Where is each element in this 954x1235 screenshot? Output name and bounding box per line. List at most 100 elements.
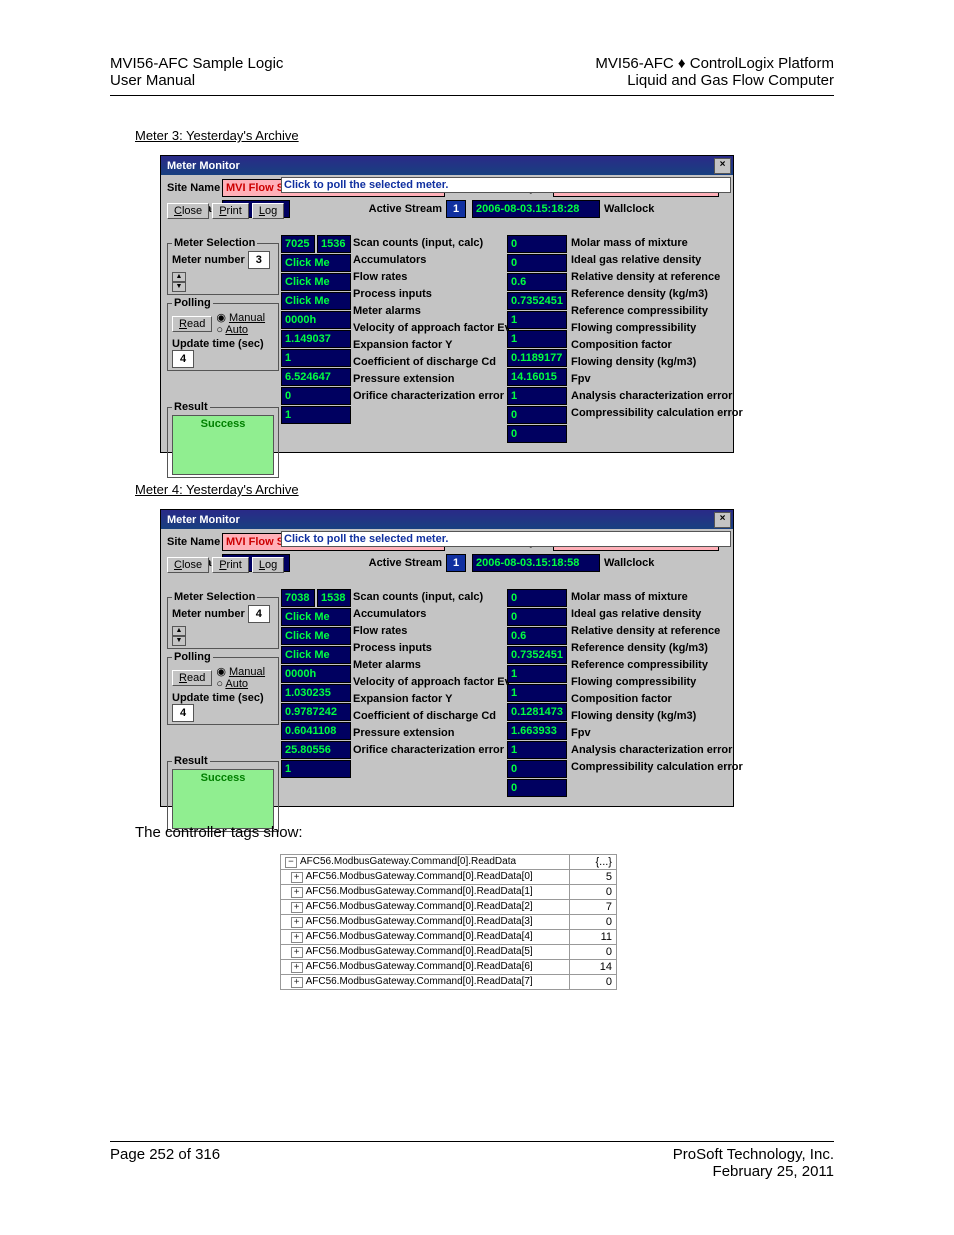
close-icon[interactable]: ×	[714, 512, 731, 528]
compress-error-value[interactable]: 0	[507, 779, 567, 797]
discharge-cd-value[interactable]: 6.524647	[281, 368, 351, 386]
expand-icon[interactable]: +	[291, 902, 303, 913]
velocity-ev-value[interactable]: 1.030235	[281, 684, 351, 702]
orifice-error-value[interactable]: 1	[281, 760, 351, 778]
window-titlebar[interactable]: Meter Monitor ×	[161, 510, 733, 529]
comp-factor-value[interactable]: 0.1281473	[507, 703, 567, 721]
ref-compress-value[interactable]: 1	[507, 311, 567, 329]
table-row[interactable]: +AFC56.ModbusGateway.Command[0].ReadData…	[281, 885, 617, 900]
print-button[interactable]: Print	[212, 203, 249, 219]
lbl-velocity-ev: Velocity of approach factor Ev	[353, 674, 513, 690]
ideal-density-value[interactable]: 0	[507, 254, 567, 272]
close-button[interactable]: Close	[167, 557, 209, 573]
result-value: Success	[172, 769, 274, 829]
orifice-error-value[interactable]: 1	[281, 406, 351, 424]
read-button[interactable]: Read	[172, 670, 212, 686]
expand-icon[interactable]: +	[291, 947, 303, 958]
flow-density-value[interactable]: 14.16015	[507, 368, 567, 386]
footer-right-2: February 25, 2011	[713, 1163, 834, 1180]
radio-auto[interactable]: ○ Auto	[216, 678, 265, 690]
lbl-expansion-y: Expansion factor Y	[353, 691, 513, 707]
molar-mass-value[interactable]: 0	[507, 589, 567, 607]
meter-alarms-value[interactable]: 0000h	[281, 665, 351, 683]
scan-calc-value[interactable]: 1536	[317, 235, 351, 253]
table-row[interactable]: +AFC56.ModbusGateway.Command[0].ReadData…	[281, 915, 617, 930]
process-inputs-link[interactable]: Click Me	[281, 292, 351, 310]
scan-input-value[interactable]: 7025	[281, 235, 315, 253]
log-button[interactable]: Log	[252, 203, 284, 219]
meter-number-input[interactable]: 4	[248, 605, 270, 623]
update-time-input[interactable]: 4	[172, 350, 194, 368]
expand-icon[interactable]: +	[291, 917, 303, 928]
labels-col-2: Molar mass of mixture Ideal gas relative…	[571, 589, 729, 775]
accumulators-link[interactable]: Click Me	[281, 608, 351, 626]
spinner-down-icon[interactable]: ▼	[172, 282, 186, 292]
print-button[interactable]: Print	[212, 557, 249, 573]
expansion-y-value[interactable]: 0.9787242	[281, 703, 351, 721]
scan-calc-value[interactable]: 1538	[317, 589, 351, 607]
table-row[interactable]: +AFC56.ModbusGateway.Command[0].ReadData…	[281, 900, 617, 915]
scan-input-value[interactable]: 7038	[281, 589, 315, 607]
comp-factor-value[interactable]: 0.1189177	[507, 349, 567, 367]
close-icon[interactable]: ×	[714, 158, 731, 174]
fpv-value[interactable]: 1	[507, 741, 567, 759]
meter-selection-fieldset: Meter Selection Meter number 4 ▲▼	[167, 591, 279, 649]
lbl-compress-error: Compressibility calculation error	[571, 759, 729, 775]
close-button[interactable]: Close	[167, 203, 209, 219]
flow-density-value[interactable]: 1.663933	[507, 722, 567, 740]
meter-number-spinner[interactable]: ▲▼	[172, 272, 186, 292]
pressure-ext-value[interactable]: 0	[281, 387, 351, 405]
expand-icon[interactable]: +	[291, 932, 303, 943]
update-time-label: Update time (sec)	[172, 338, 264, 350]
table-row[interactable]: +AFC56.ModbusGateway.Command[0].ReadData…	[281, 870, 617, 885]
expand-icon[interactable]: +	[291, 977, 303, 988]
pressure-ext-value[interactable]: 25.80556	[281, 741, 351, 759]
expansion-y-value[interactable]: 1	[281, 349, 351, 367]
flowrates-link[interactable]: Click Me	[281, 627, 351, 645]
analysis-error-value[interactable]: 0	[507, 406, 567, 424]
collapse-icon[interactable]: −	[285, 857, 297, 868]
spinner-up-icon[interactable]: ▲	[172, 626, 186, 636]
expand-icon[interactable]: +	[291, 962, 303, 973]
log-button[interactable]: Log	[252, 557, 284, 573]
discharge-cd-value[interactable]: 0.6041108	[281, 722, 351, 740]
meter-number-input[interactable]: 3	[248, 251, 270, 269]
expand-icon[interactable]: +	[291, 872, 303, 883]
rel-density-ref-value[interactable]: 0.6	[507, 273, 567, 291]
process-inputs-link[interactable]: Click Me	[281, 646, 351, 664]
meter-alarms-value[interactable]: 0000h	[281, 311, 351, 329]
read-button[interactable]: Read	[172, 316, 212, 332]
polling-legend: Polling	[172, 297, 213, 309]
radio-auto[interactable]: ○ Auto	[216, 324, 265, 336]
expand-icon[interactable]: +	[291, 887, 303, 898]
molar-mass-value[interactable]: 0	[507, 235, 567, 253]
table-row[interactable]: +AFC56.ModbusGateway.Command[0].ReadData…	[281, 945, 617, 960]
radio-manual[interactable]: ◉ Manual	[216, 665, 265, 678]
ideal-density-value[interactable]: 0	[507, 608, 567, 626]
spinner-down-icon[interactable]: ▼	[172, 636, 186, 646]
active-stream-value: 1	[446, 554, 466, 572]
radio-manual[interactable]: ◉ Manual	[216, 311, 265, 324]
table-row[interactable]: −AFC56.ModbusGateway.Command[0].ReadData…	[281, 855, 617, 870]
flow-compress-value[interactable]: 1	[507, 684, 567, 702]
table-row[interactable]: +AFC56.ModbusGateway.Command[0].ReadData…	[281, 975, 617, 990]
meter-number-spinner[interactable]: ▲▼	[172, 626, 186, 646]
fpv-value[interactable]: 1	[507, 387, 567, 405]
analysis-error-value[interactable]: 0	[507, 760, 567, 778]
ref-compress-value[interactable]: 1	[507, 665, 567, 683]
wallclock-label: Wallclock	[604, 557, 654, 569]
accumulators-link[interactable]: Click Me	[281, 254, 351, 272]
rel-density-ref-value[interactable]: 0.6	[507, 627, 567, 645]
table-row[interactable]: +AFC56.ModbusGateway.Command[0].ReadData…	[281, 930, 617, 945]
update-time-input[interactable]: 4	[172, 704, 194, 722]
flow-compress-value[interactable]: 1	[507, 330, 567, 348]
lbl-molar-mass: Molar mass of mixture	[571, 235, 729, 251]
spinner-up-icon[interactable]: ▲	[172, 272, 186, 282]
ref-density-value[interactable]: 0.7352451	[507, 292, 567, 310]
compress-error-value[interactable]: 0	[507, 425, 567, 443]
window-titlebar[interactable]: Meter Monitor ×	[161, 156, 733, 175]
table-row[interactable]: +AFC56.ModbusGateway.Command[0].ReadData…	[281, 960, 617, 975]
flowrates-link[interactable]: Click Me	[281, 273, 351, 291]
ref-density-value[interactable]: 0.7352451	[507, 646, 567, 664]
velocity-ev-value[interactable]: 1.149037	[281, 330, 351, 348]
